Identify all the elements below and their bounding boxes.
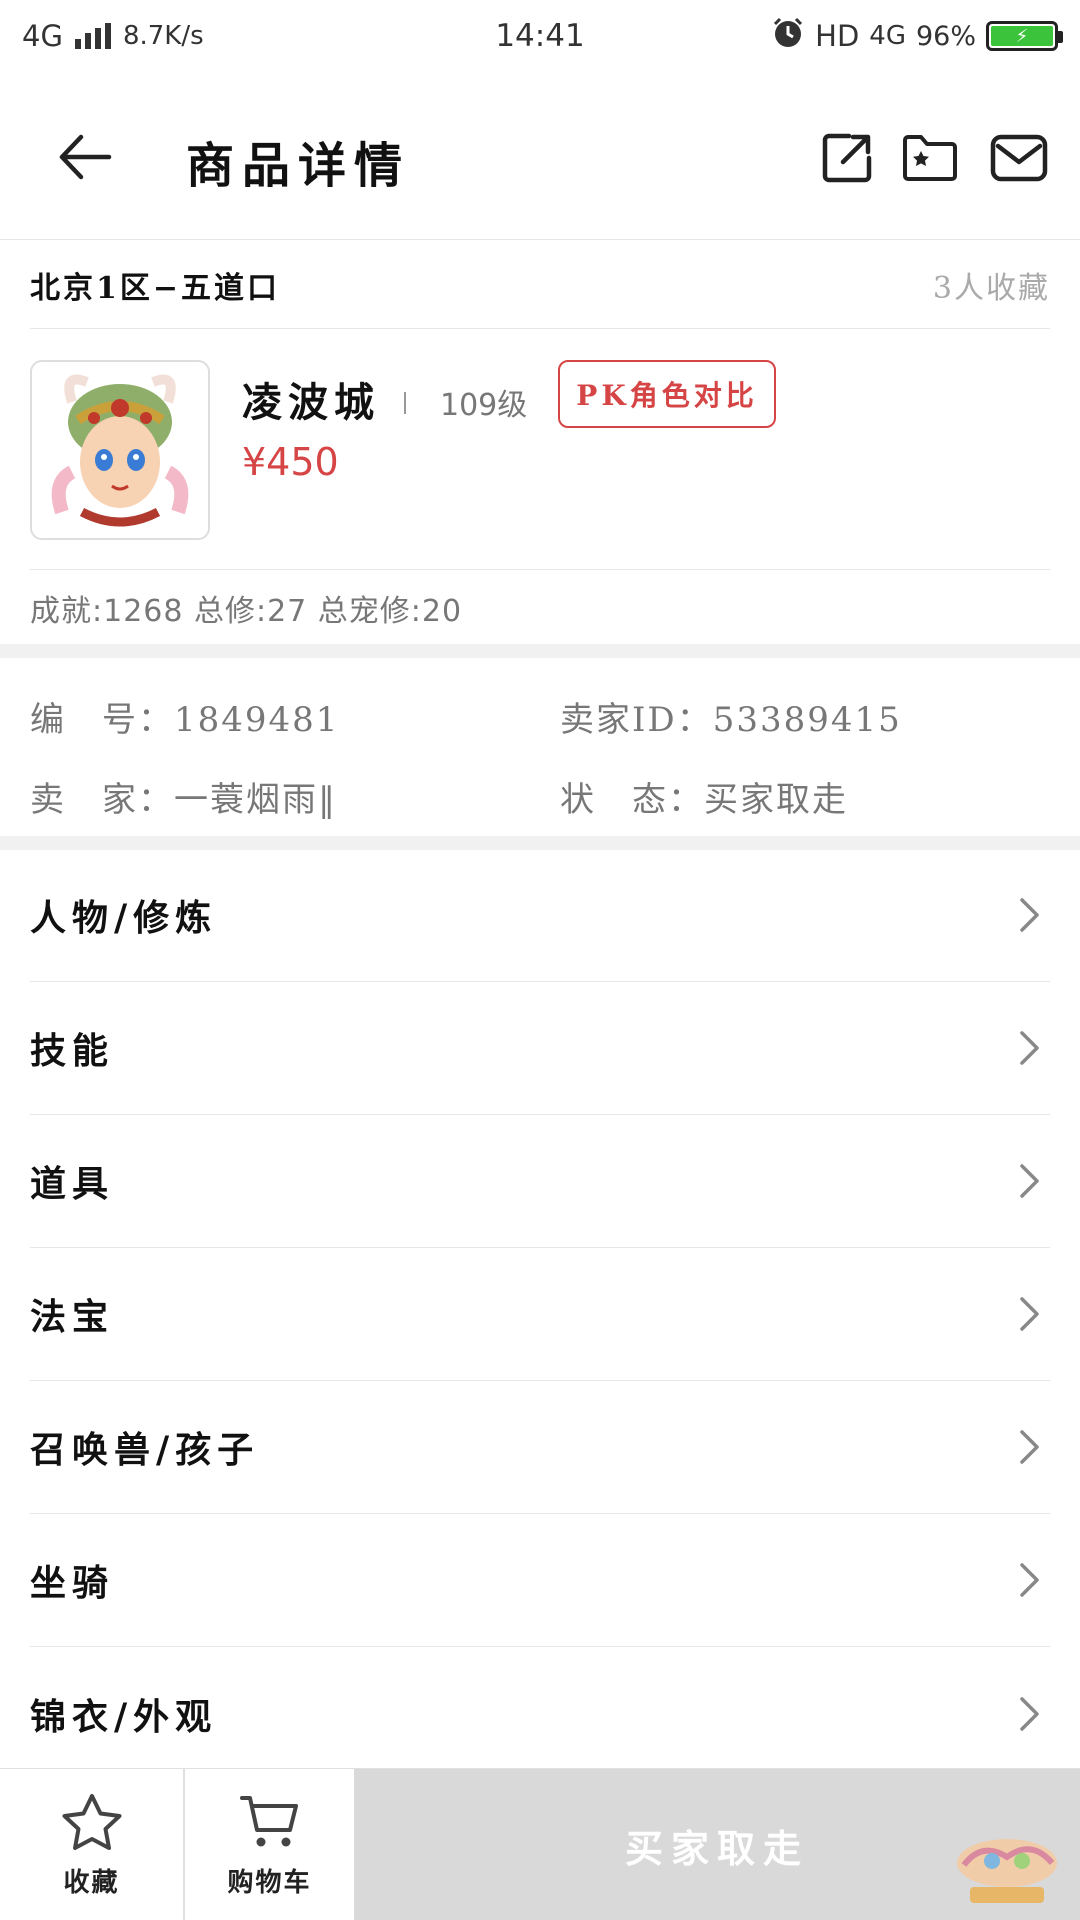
listing-number-label: 编 号： <box>30 700 174 740</box>
menu-item-summons[interactable]: 召唤兽/孩子 <box>30 1381 1050 1514</box>
back-arrow-icon <box>59 134 112 180</box>
pk-compare-button[interactable]: PK角色对比 <box>558 360 776 428</box>
seller-name-value: 一蓑烟雨‖ <box>174 780 337 820</box>
name-level-divider <box>404 392 406 414</box>
character-portrait-image <box>32 362 208 538</box>
listing-status-value: 买家取走 <box>704 780 848 820</box>
seller-name-label: 卖 家： <box>30 780 174 820</box>
buy-button-label: 买家取走 <box>624 1825 809 1871</box>
status-left: 4G 8.7K/s <box>22 19 204 53</box>
menu-item-label: 召唤兽/孩子 <box>30 1429 260 1471</box>
product-summary: 凌波城 109级 PK角色对比 ¥450 <box>30 330 1050 570</box>
share-button[interactable] <box>812 126 882 190</box>
star-icon <box>62 1793 121 1850</box>
detail-menu: 人物/修炼 技能 道具 法宝 召唤兽/孩子 坐骑 锦衣/外观 <box>30 849 1050 1780</box>
menu-item-label: 技能 <box>30 1030 115 1072</box>
favorite-button[interactable]: 收藏 <box>0 1769 183 1920</box>
chevron-right-icon <box>1010 1028 1050 1068</box>
battery-icon: ⚡ <box>986 21 1063 51</box>
hd-label: HD <box>815 19 860 53</box>
seller-id-value: 53389415 <box>712 700 902 740</box>
chevron-right-icon <box>1010 1694 1050 1734</box>
seller-name: 卖 家：一蓑烟雨‖ <box>30 772 337 821</box>
character-avatar[interactable] <box>30 360 210 540</box>
seller-id: 卖家ID：53389415 <box>560 692 902 741</box>
chevron-right-icon <box>1010 1560 1050 1600</box>
menu-item-label: 道具 <box>30 1163 115 1205</box>
server-region: 北京1区−五道口 <box>30 270 281 306</box>
chevron-right-icon <box>1010 895 1050 935</box>
menu-item-skills[interactable]: 技能 <box>30 982 1050 1115</box>
folder-star-icon <box>903 135 957 181</box>
page-title: 商品详情 <box>186 138 411 194</box>
message-button[interactable] <box>984 126 1054 190</box>
character-name: 凌波城 <box>242 379 380 426</box>
status-right: HD 4G 96% ⚡ <box>771 16 1063 57</box>
menu-item-mounts[interactable]: 坐骑 <box>30 1514 1050 1647</box>
seller-id-label: 卖家ID： <box>560 700 713 740</box>
cart-label: 购物车 <box>227 1867 312 1898</box>
battery-percent: 96% <box>915 20 976 52</box>
favorite-count: 3人收藏 <box>932 270 1050 306</box>
listing-number-value: 1849481 <box>174 700 340 740</box>
network-type-2: 4G <box>869 21 906 51</box>
menu-item-items[interactable]: 道具 <box>30 1115 1050 1248</box>
menu-item-magic-treasure[interactable]: 法宝 <box>30 1248 1050 1381</box>
favorite-folder-button[interactable] <box>895 126 965 190</box>
character-stats: 成就:1268 总修:27 总宠修:20 <box>30 594 463 629</box>
listing-number: 编 号：1849481 <box>30 692 339 741</box>
section-divider <box>0 644 1080 658</box>
network-type: 4G <box>22 19 63 53</box>
mail-icon <box>990 134 1048 182</box>
buy-button[interactable]: 买家取走 <box>354 1769 1080 1920</box>
section-divider-2 <box>0 836 1080 850</box>
listing-status-label: 状 态： <box>560 780 704 820</box>
chevron-right-icon <box>1010 1294 1050 1334</box>
cart-button[interactable]: 购物车 <box>185 1769 354 1920</box>
status-bar: 4G 8.7K/s 14:41 HD 4G 96% ⚡ <box>0 0 1080 72</box>
net-speed: 8.7K/s <box>122 21 204 51</box>
listing-status: 状 态：买家取走 <box>560 772 848 821</box>
character-level: 109级 <box>440 388 528 423</box>
menu-item-label: 坐骑 <box>30 1562 115 1604</box>
bottom-action-bar: 收藏 购物车 买家取走 <box>0 1768 1080 1920</box>
back-button[interactable] <box>50 122 120 192</box>
share-icon <box>822 133 872 183</box>
menu-item-outfits[interactable]: 锦衣/外观 <box>30 1647 1050 1780</box>
favorite-label: 收藏 <box>63 1867 120 1898</box>
chevron-right-icon <box>1010 1427 1050 1467</box>
menu-item-label: 锦衣/外观 <box>30 1695 218 1738</box>
signal-icon <box>74 23 111 49</box>
chevron-right-icon <box>1010 1161 1050 1201</box>
server-region-row: 北京1区−五道口 3人收藏 <box>30 241 1050 329</box>
app-header: 商品详情 <box>0 72 1080 240</box>
game-logo-watermark <box>957 1839 1057 1903</box>
menu-item-label: 人物/修炼 <box>30 897 218 939</box>
listing-info: 编 号：1849481 卖家ID：53389415 卖 家：一蓑烟雨‖ 状 态：… <box>30 660 1050 835</box>
price: ¥450 <box>242 440 339 484</box>
menu-item-label: 法宝 <box>30 1296 115 1338</box>
menu-item-character[interactable]: 人物/修炼 <box>30 849 1050 982</box>
cart-icon <box>239 1795 298 1846</box>
alarm-icon <box>771 16 805 57</box>
